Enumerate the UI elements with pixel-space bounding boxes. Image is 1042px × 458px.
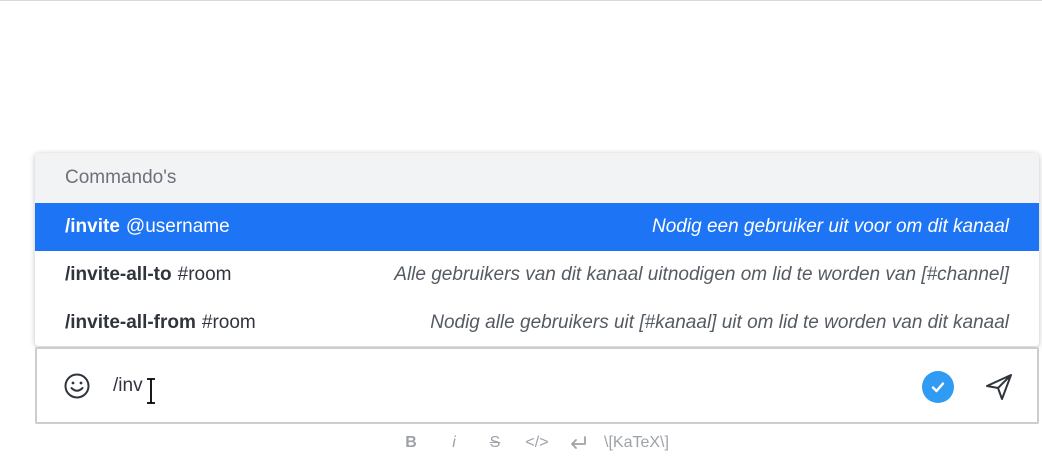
command-item-invite-all-to[interactable]: /invite-all-to #room Alle gebruikers van … (35, 251, 1039, 299)
command-signature: /invite-all-from #room (65, 312, 256, 334)
command-item-invite[interactable]: /invite @username Nodig een gebruiker uit… (35, 203, 1039, 251)
message-input[interactable] (113, 371, 893, 401)
smiley-icon[interactable] (63, 372, 91, 400)
katex-button[interactable]: \[KaTeX\] (604, 430, 684, 456)
command-description: Nodig alle gebruikers uit [#kanaal] uit … (430, 312, 1009, 333)
code-button[interactable]: </> (525, 430, 549, 456)
command-description: Nodig een gebruiker uit voor om dit kana… (652, 216, 1009, 237)
check-circle-icon[interactable] (922, 371, 954, 403)
popup-header: Commando's (35, 153, 1039, 203)
slash-command-popup: Commando's /invite @username Nodig een ge… (35, 153, 1039, 346)
return-arrow-icon[interactable] (566, 430, 590, 456)
command-signature: /invite @username (65, 216, 230, 238)
command-description: Alle gebruikers van dit kanaal uitnodige… (394, 264, 1009, 285)
top-divider (0, 0, 1042, 1)
command-name: /invite-all-from (65, 312, 196, 333)
bold-button[interactable]: B (403, 430, 419, 456)
message-composer (35, 347, 1039, 424)
send-icon[interactable] (983, 371, 1015, 403)
command-item-invite-all-from[interactable]: /invite-all-from #room Nodig alle gebruik… (35, 299, 1039, 346)
command-signature: /invite-all-to #room (65, 264, 231, 286)
command-name: /invite (65, 216, 120, 237)
strike-button[interactable]: S (486, 430, 504, 456)
command-param: #room (177, 264, 232, 285)
command-param: #room (201, 312, 256, 333)
italic-button[interactable]: i (446, 430, 462, 456)
command-name: /invite-all-to (65, 264, 172, 285)
command-param: @username (125, 216, 230, 237)
text-cursor-icon (144, 377, 158, 405)
